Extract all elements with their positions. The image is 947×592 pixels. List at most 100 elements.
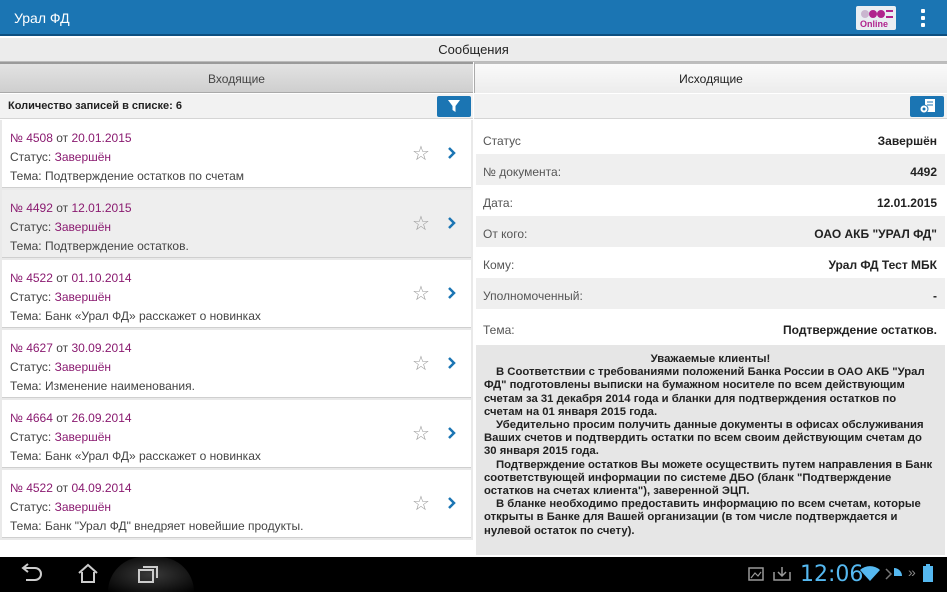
from-word: от — [56, 481, 69, 495]
document-settings-icon — [919, 99, 935, 114]
status-value: Завершён — [54, 430, 112, 444]
subject-label: Тема: — [10, 379, 42, 393]
detail-label: № документа: — [483, 165, 562, 179]
screenshot-icon — [748, 567, 764, 581]
message-body: Уважаемые клиенты! В Соответствии с треб… — [476, 345, 945, 555]
list-item[interactable]: № 4522 от 04.09.2014 Статус: Завершён Те… — [2, 470, 471, 538]
download-icon — [773, 567, 791, 581]
detail-label: Статус — [483, 134, 521, 148]
system-nav-bar: 12:06 » — [0, 557, 947, 592]
logo-text: Online — [860, 19, 889, 29]
details-toolbar — [474, 94, 947, 119]
message-date: 26.09.2014 — [71, 411, 132, 425]
letter-paragraph: Подтверждение остатков Вы можете осущест… — [484, 458, 933, 498]
message-number: № 4522 — [10, 481, 53, 495]
chevron-right-icon — [448, 497, 456, 509]
star-icon[interactable]: ☆ — [412, 144, 430, 164]
filter-icon — [448, 100, 460, 112]
status-label: Статус: — [10, 290, 52, 304]
from-word: от — [56, 341, 69, 355]
from-word: от — [56, 411, 69, 425]
tab-incoming[interactable]: Входящие — [0, 62, 473, 93]
status-label: Статус: — [10, 150, 52, 164]
status-value: Завершён — [54, 220, 112, 234]
subject-label: Тема: — [10, 169, 42, 183]
message-date: 30.09.2014 — [71, 341, 132, 355]
tab-outgoing[interactable]: Исходящие — [474, 62, 947, 93]
battery-icon — [923, 564, 933, 582]
detail-label: Дата: — [483, 196, 513, 210]
letter-paragraph: В бланке необходимо предоставить информа… — [484, 498, 921, 537]
detail-label: Тема: — [483, 323, 515, 337]
letter-paragraph: Убедительно просим получить данные докум… — [484, 419, 924, 458]
status-label: Статус: — [10, 220, 52, 234]
list-item[interactable]: № 4627 от 30.09.2014 Статус: Завершён Те… — [2, 330, 471, 398]
detail-row-date: Дата: 12.01.2015 — [476, 185, 945, 216]
recent-apps-icon[interactable] — [136, 562, 160, 586]
detail-label: Кому: — [483, 258, 515, 272]
subject-value: Банк «Урал ФД» расскажет о новинках — [44, 309, 261, 323]
settings-button[interactable] — [910, 96, 944, 117]
subject-label: Тема: — [10, 449, 42, 463]
chevron-right-icon — [448, 357, 456, 369]
message-number: № 4664 — [10, 411, 53, 425]
subject-value: Подтверждение остатков по счетам — [44, 169, 244, 183]
detail-row-doc-number: № документа: 4492 — [476, 154, 945, 185]
detail-label: От кого: — [483, 227, 528, 241]
status-value: Завершён — [54, 150, 112, 164]
online-logo: Online — [856, 6, 896, 30]
star-icon[interactable]: ☆ — [412, 494, 430, 514]
message-number: № 4492 — [10, 201, 53, 215]
chevron-right-icon — [448, 217, 456, 229]
subject-label: Тема: — [10, 519, 42, 533]
detail-row-authorized: Уполномоченный: - — [476, 278, 945, 309]
detail-value: 4492 — [910, 165, 937, 179]
list-item[interactable]: № 4522 от 01.10.2014 Статус: Завершён Те… — [2, 260, 471, 328]
letter-paragraph: В Соответствии с требованиями положений … — [484, 366, 925, 418]
list-item[interactable]: № 4508 от 20.01.2015 Статус: Завершён Те… — [2, 120, 471, 188]
subject-value: Банк "Урал ФД" внедряет новейшие продукт… — [44, 519, 304, 533]
star-icon[interactable]: ☆ — [412, 284, 430, 304]
message-number: № 4627 — [10, 341, 53, 355]
detail-row-subject: Тема: Подтверждение остатков. — [476, 312, 945, 343]
message-date: 20.01.2015 — [71, 131, 132, 145]
message-number: № 4522 — [10, 271, 53, 285]
signal-icon — [885, 568, 902, 580]
home-icon[interactable] — [76, 562, 100, 586]
status-label: Статус: — [10, 500, 52, 514]
list-toolbar: Количество записей в списке: 6 — [0, 94, 473, 119]
list-item[interactable]: № 4492 от 12.01.2015 Статус: Завершён Те… — [2, 190, 471, 258]
from-word: от — [56, 271, 69, 285]
status-value: Завершён — [54, 360, 112, 374]
overflow-menu-icon[interactable] — [916, 8, 930, 28]
star-icon[interactable]: ☆ — [412, 354, 430, 374]
app-title: Урал ФД — [14, 10, 70, 26]
star-icon[interactable]: ☆ — [412, 214, 430, 234]
record-count: Количество записей в списке: 6 — [8, 100, 182, 112]
list-item[interactable]: № 4664 от 26.09.2014 Статус: Завершён Те… — [2, 400, 471, 468]
status-value: Завершён — [54, 500, 112, 514]
back-icon[interactable] — [18, 562, 44, 586]
from-word: от — [56, 131, 69, 145]
message-number: № 4508 — [10, 131, 53, 145]
star-icon[interactable]: ☆ — [412, 424, 430, 444]
chevron-double-icon: » — [908, 564, 916, 580]
detail-label: Уполномоченный: — [483, 289, 583, 303]
detail-row-recipient: Кому: Урал ФД Тест МБК — [476, 247, 945, 278]
message-date: 12.01.2015 — [71, 201, 132, 215]
status-value: Завершён — [54, 290, 112, 304]
detail-value: Подтверждение остатков. — [783, 323, 937, 337]
filter-button[interactable] — [437, 96, 471, 117]
message-date: 04.09.2014 — [71, 481, 132, 495]
detail-value: Завершён — [877, 134, 937, 148]
subject-label: Тема: — [10, 239, 42, 253]
chevron-right-icon — [448, 147, 456, 159]
subject-value: Банк «Урал ФД» расскажет о новинках — [44, 449, 261, 463]
chevron-right-icon — [448, 287, 456, 299]
wifi-icon — [860, 566, 880, 581]
status-label: Статус: — [10, 430, 52, 444]
letter-greeting: Уважаемые клиенты! — [650, 353, 771, 365]
status-label: Статус: — [10, 360, 52, 374]
detail-value: 12.01.2015 — [876, 196, 937, 210]
subject-value: Подтверждение остатков. — [44, 239, 189, 253]
